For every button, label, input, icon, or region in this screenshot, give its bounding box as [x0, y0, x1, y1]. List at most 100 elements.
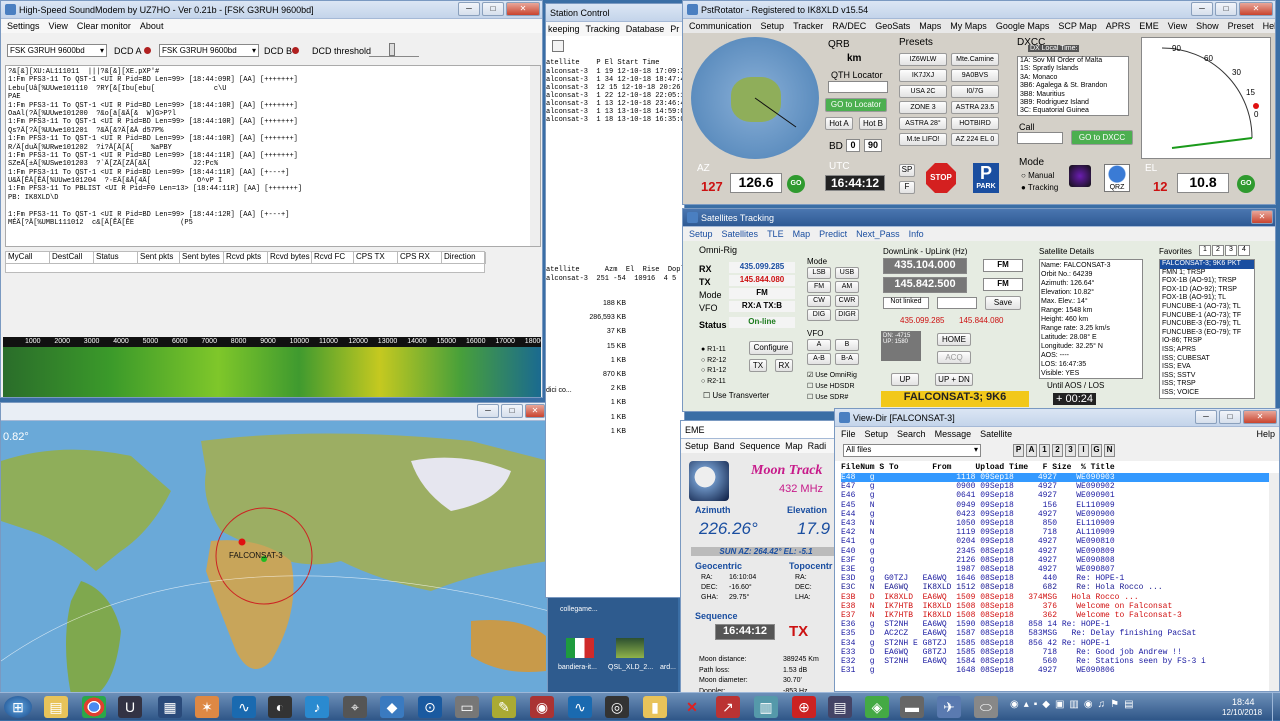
favorite-item[interactable]: FALCONSAT-3; 9K6 PKT	[1160, 260, 1254, 269]
preset-button[interactable]: IK7JXJ	[899, 69, 947, 82]
preset-button[interactable]: USA 2C	[899, 85, 947, 98]
column-header[interactable]: DestCall	[50, 252, 94, 264]
azimuth-map[interactable]	[691, 37, 819, 159]
menu-item[interactable]: Satellites	[722, 229, 759, 239]
bd-value-1[interactable]: 0	[846, 139, 860, 152]
app-icon[interactable]: ◆	[380, 696, 404, 718]
app-icon[interactable]: ◈	[865, 696, 889, 718]
favorite-item[interactable]: ISS; EVA	[1160, 363, 1254, 372]
menu-item[interactable]: EME	[1139, 21, 1159, 31]
toolbar-button[interactable]: I	[1078, 444, 1089, 457]
app-icon[interactable]: ⌖	[343, 696, 367, 718]
column-header[interactable]: CPS TX	[354, 252, 398, 264]
file-row[interactable]: E36 g ST2NH EA6WQ 1590 08Sep18 858 14 Re…	[841, 620, 1269, 629]
menu-item[interactable]: Tracking	[586, 24, 620, 34]
close-button[interactable]: ✕	[1251, 210, 1273, 224]
downlink-freq[interactable]: 435.104.000	[883, 258, 967, 274]
app-icon[interactable]: ▥	[754, 696, 778, 718]
toolbar-button[interactable]: 1	[1039, 444, 1050, 457]
app-icon[interactable]: ▭	[455, 696, 479, 718]
app-icon[interactable]: ▮	[643, 696, 667, 718]
dxcc-list-item[interactable]: 3B8: Mauritius	[1018, 91, 1128, 99]
favorite-item[interactable]: FOX-1B (AO-91); TL	[1160, 294, 1254, 303]
clock-time[interactable]: 18:44	[1232, 697, 1255, 707]
menu-item[interactable]: Search	[897, 429, 926, 439]
file-row[interactable]: E3B D IK8XLD EA6WQ 1509 08Sep18 374MSG H…	[841, 593, 1269, 602]
favorite-item[interactable]: IO-86; TRSP	[1160, 337, 1254, 346]
favorite-item[interactable]: FMN 1; TRSP	[1160, 269, 1254, 278]
vfo-button[interactable]: A	[807, 339, 831, 351]
tracker-icon[interactable]	[1069, 165, 1091, 187]
favorite-item[interactable]: ISS; TRSP	[1160, 380, 1254, 389]
menu-item[interactable]: Setup	[865, 429, 889, 439]
dxcc-list-item[interactable]: 1A: Sov Mil Order of Malta	[1018, 57, 1128, 65]
favorite-item[interactable]: FUNCUBE-1 (AO-73); TF	[1160, 312, 1254, 321]
file-row[interactable]: E37 N IK7HTB IK8XLD 1508 08Sep18 362 Wel…	[841, 611, 1269, 620]
mode-button[interactable]: AM	[835, 281, 859, 293]
bd-value-2[interactable]: 90	[864, 139, 882, 152]
preset-button[interactable]: I0/7G	[951, 85, 999, 98]
column-header[interactable]: Status	[94, 252, 138, 264]
favorite-item[interactable]: FOX-1B (AO-91); TRSP	[1160, 277, 1254, 286]
app-icon[interactable]: ✶	[195, 696, 219, 718]
call-input[interactable]	[1017, 132, 1063, 144]
mode-button[interactable]: LSB	[807, 267, 831, 279]
menu-item[interactable]: Band	[714, 441, 735, 451]
minimize-button[interactable]: ─	[458, 2, 480, 16]
menu-item[interactable]: File	[841, 429, 856, 439]
toolbar-button[interactable]: 2	[1052, 444, 1063, 457]
app-icon[interactable]: ◎	[605, 696, 629, 718]
menu-item[interactable]: Message	[935, 429, 972, 439]
favorite-item[interactable]: FOX-1D (AO-92); TRSP	[1160, 286, 1254, 295]
menu-item[interactable]: Setup	[761, 21, 785, 31]
pass-row[interactable]: alconsat-3 12 15 12-10-18 20:26:10	[546, 84, 684, 92]
up-button[interactable]: UP	[891, 373, 919, 386]
column-header[interactable]: Rcvd bytes	[268, 252, 312, 264]
monitor-log[interactable]: ?&[&][XU:AL111011 |||?&[&][XE.pXP'# 1:Fm …	[5, 65, 541, 247]
menu-item[interactable]: Show	[1196, 21, 1219, 31]
dxcc-list-item[interactable]: 3A: Monaco	[1018, 74, 1128, 82]
modem-a-select[interactable]: FSK G3RUH 9600bd ▾	[7, 44, 107, 57]
modem-b-select[interactable]: FSK G3RUH 9600bd ▾	[159, 44, 259, 57]
menu-item[interactable]: Next_Pass	[856, 229, 900, 239]
preset-button[interactable]: 9A0BVS	[951, 69, 999, 82]
mode-button[interactable]: USB	[835, 267, 859, 279]
configure-button[interactable]: Configure	[749, 341, 793, 355]
file-row[interactable]: E42 N 1119 09Sep18 718 AL110909	[841, 528, 1269, 537]
menu-item[interactable]: Preset	[1228, 21, 1254, 31]
maximize-button[interactable]: □	[501, 404, 523, 418]
save-button[interactable]: Save	[985, 296, 1021, 310]
app-icon[interactable]: ⊕	[792, 696, 816, 718]
pass-row[interactable]: alconsat-3 1 13 12-10-18 23:46:46	[546, 100, 684, 108]
mode-button[interactable]: CWR	[835, 295, 859, 307]
file-row[interactable]: E3E g 1987 08Sep18 4927 WE090807	[841, 565, 1269, 574]
menu-item[interactable]: Sequence	[740, 441, 781, 451]
menu-item[interactable]: Tracker	[793, 21, 823, 31]
menu-item[interactable]: Predict	[819, 229, 847, 239]
menu-item[interactable]: Map	[785, 441, 803, 451]
menu-item[interactable]: Settings	[7, 21, 40, 31]
minimize-button[interactable]: ─	[477, 404, 499, 418]
preset-button[interactable]: AZ 224 EL 0	[951, 133, 999, 146]
menu-item[interactable]: GeoSats	[875, 21, 910, 31]
toolbar-button[interactable]: G	[1091, 444, 1102, 457]
menu-item[interactable]: keeping	[548, 24, 580, 34]
menu-item[interactable]: RA/DEC	[832, 21, 866, 31]
favorite-item[interactable]: ISS; VOICE	[1160, 389, 1254, 398]
app-icon[interactable]: ↗	[716, 696, 740, 718]
column-header[interactable]: CPS RX	[398, 252, 442, 264]
favorite-item[interactable]: ISS; SSTV	[1160, 372, 1254, 381]
show-desktop-button[interactable]	[1272, 693, 1280, 721]
toolbar-icon[interactable]	[552, 40, 564, 52]
favorites-tab[interactable]: 1	[1199, 245, 1211, 256]
app-icon[interactable]: ◉	[530, 696, 554, 718]
preset-button[interactable]: M.te LIFO!	[899, 133, 947, 146]
app-icon[interactable]: ▬	[900, 696, 924, 718]
favorite-item[interactable]: ISS; CUBESAT	[1160, 355, 1254, 364]
preset-button[interactable]: HOTBIRD	[951, 117, 999, 130]
dxcc-list-item[interactable]: 3C: Equatorial Guinea	[1018, 107, 1128, 115]
toolbar-button[interactable]: P	[1013, 444, 1024, 457]
mode-button[interactable]: DIGR	[835, 309, 859, 321]
close-button[interactable]: ✕	[1243, 410, 1277, 424]
lp-button[interactable]: F	[899, 181, 915, 194]
